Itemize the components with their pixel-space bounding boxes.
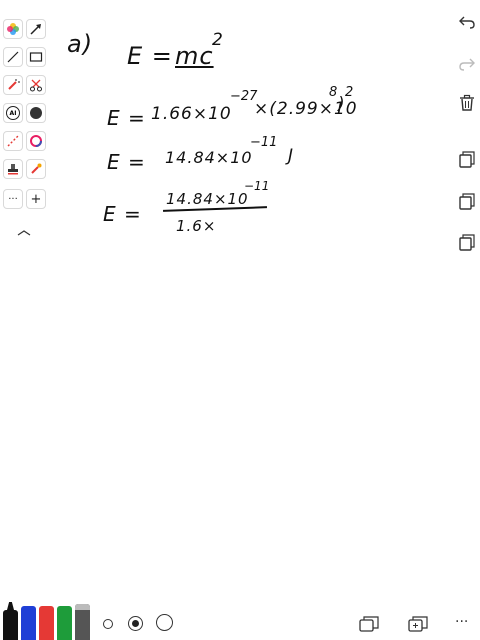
eq4-lhs: E = (103, 202, 142, 226)
eq4-denominator: 1.6× (176, 217, 217, 235)
copy-page-icon[interactable] (456, 148, 478, 170)
stroke-size-large[interactable] (156, 614, 173, 631)
part-label: a) (67, 30, 94, 58)
ai-icon[interactable]: AI (3, 103, 23, 123)
collapse-chevron-icon[interactable] (16, 222, 32, 241)
more-icon[interactable]: ··· (3, 189, 23, 209)
color-wheel-icon[interactable] (3, 19, 23, 39)
color-ring-icon[interactable] (26, 131, 46, 151)
trash-icon[interactable] (456, 92, 478, 114)
add-icon[interactable]: + (26, 189, 46, 209)
page-layout-icon[interactable] (358, 613, 380, 635)
line-tool-icon[interactable] (3, 47, 23, 67)
rectangle-tool-icon[interactable] (26, 47, 46, 67)
redo-icon[interactable] (456, 53, 478, 75)
eq2-lhs: E = (107, 106, 146, 130)
arrow-tool-icon[interactable] (26, 19, 46, 39)
eq1-exponent: 2 (212, 30, 223, 50)
marker-black[interactable] (3, 602, 18, 640)
eq2-exponent3: 2 (345, 85, 354, 100)
marker-blue[interactable] (21, 606, 36, 640)
eq4-numerator-exponent: −11 (244, 179, 270, 193)
stroke-size-medium[interactable] (128, 616, 143, 631)
marker-gray[interactable] (75, 604, 90, 640)
stroke-size-small[interactable] (103, 619, 113, 629)
stamp-icon[interactable] (3, 159, 23, 179)
copy-page-icon[interactable] (456, 231, 478, 253)
more-options-icon[interactable]: ··· (455, 614, 468, 630)
undo-icon[interactable] (456, 11, 478, 33)
eq1-lhs: E = (127, 42, 173, 70)
eq3-unit: J (288, 146, 295, 166)
add-page-icon[interactable] (407, 613, 429, 635)
eq3-lhs: E = (107, 150, 146, 174)
eq3-exponent: −11 (250, 135, 278, 150)
dropper-icon[interactable] (26, 159, 46, 179)
marker-red[interactable] (39, 606, 54, 640)
magic-wand-icon[interactable] (3, 75, 23, 95)
eq1-rhs: mc (175, 42, 214, 70)
eq4-numerator: 14.84×10 (166, 190, 249, 208)
eq2-rhs: 1.66×10 (151, 104, 232, 124)
copy-page-icon[interactable] (456, 190, 478, 212)
fill-circle-icon[interactable] (26, 103, 46, 123)
scissors-icon[interactable] (26, 75, 46, 95)
eq2-exponent2: 8 (329, 85, 338, 100)
dotted-line-icon[interactable] (3, 131, 23, 151)
ai-label: AI (6, 106, 20, 120)
eq3-rhs: 14.84×10 (165, 148, 253, 167)
marker-green[interactable] (57, 606, 72, 640)
